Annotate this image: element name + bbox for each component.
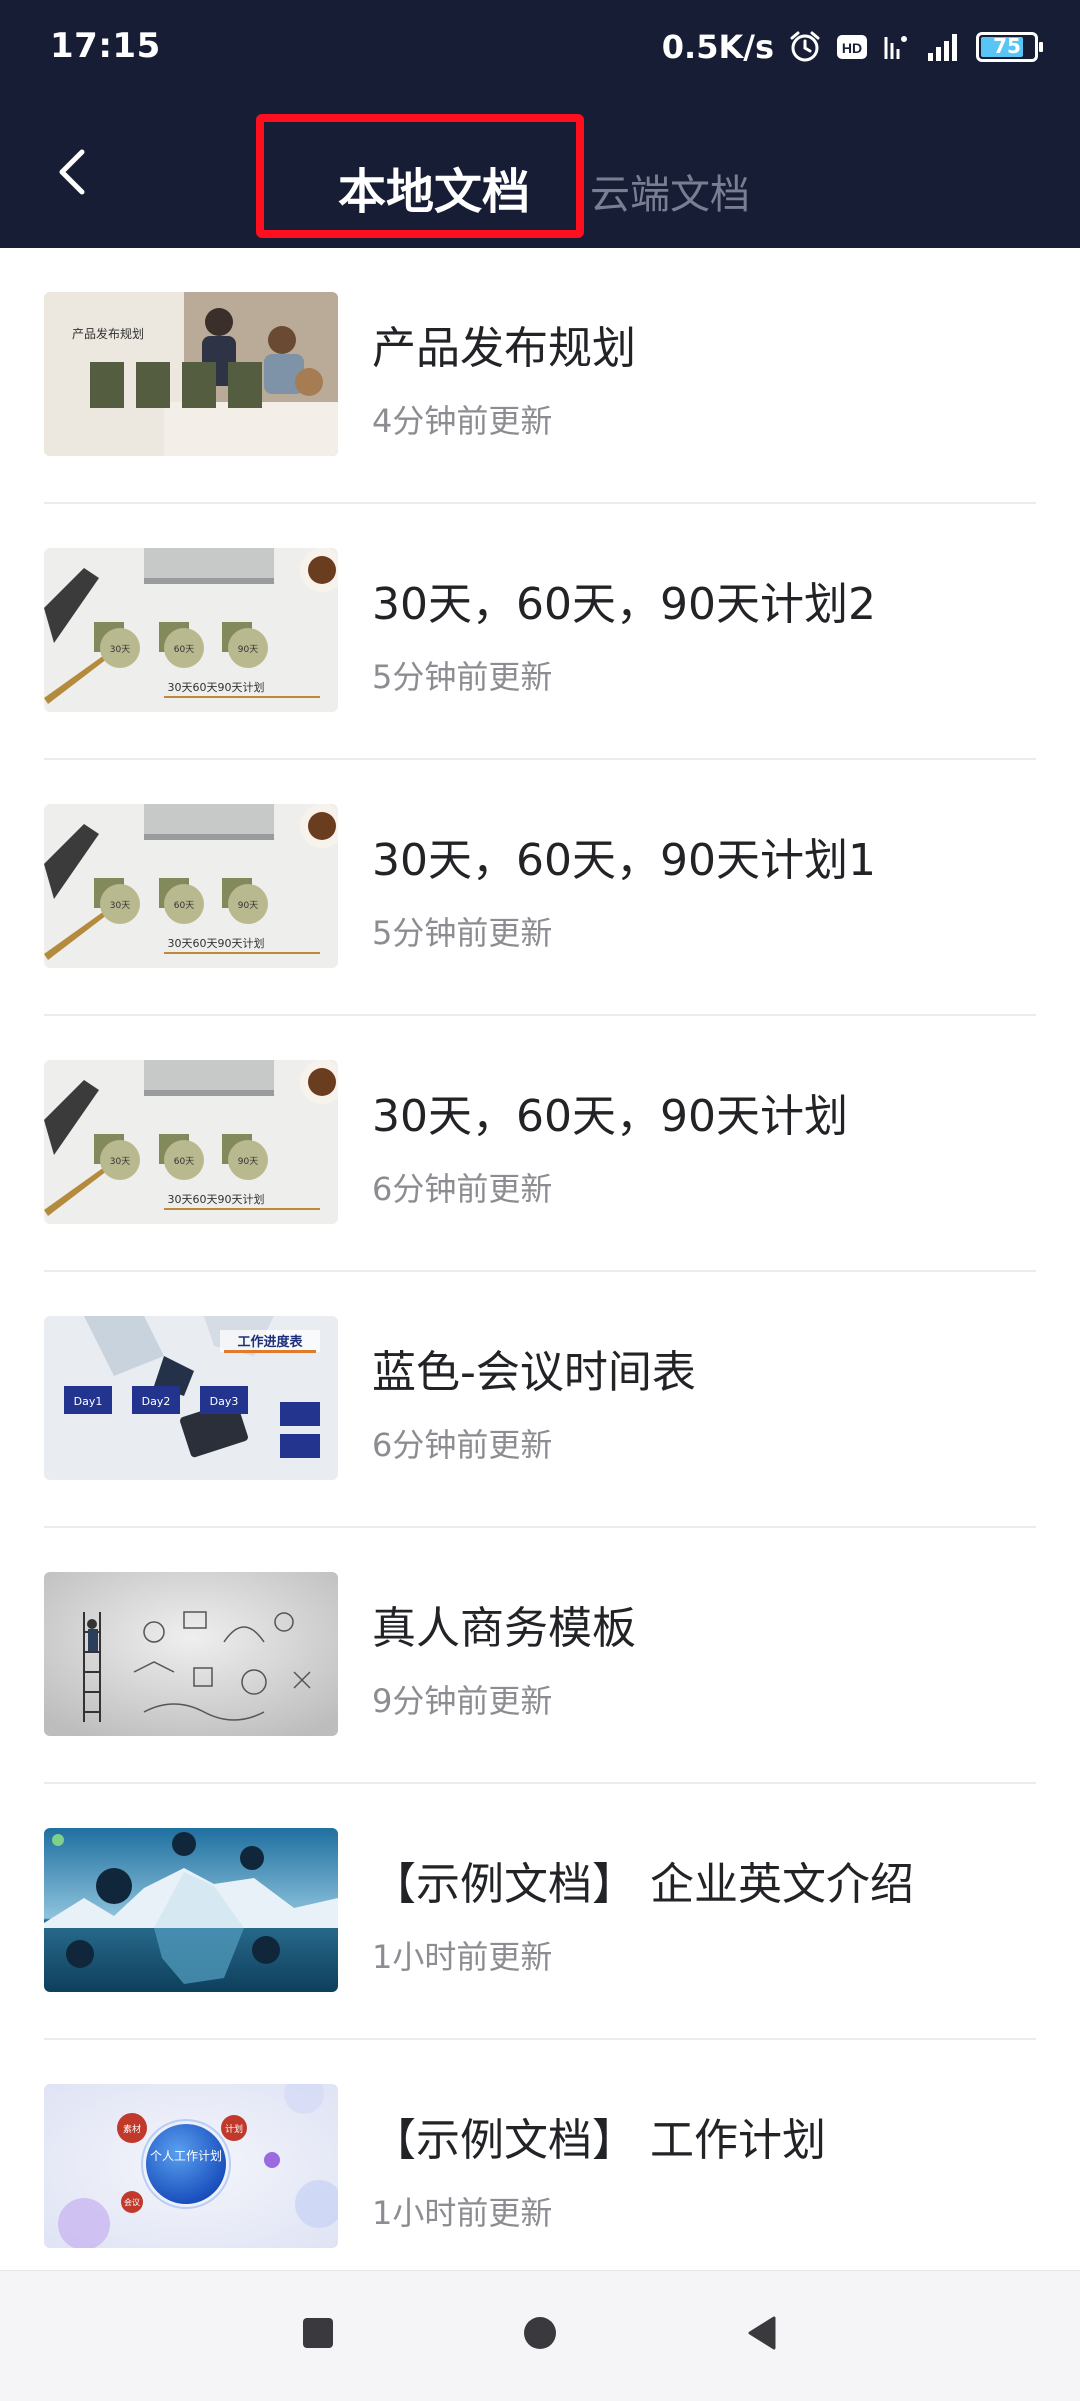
document-thumbnail: 个人工作计划 素材 计划 会议	[44, 2084, 338, 2248]
square-icon	[303, 2318, 333, 2348]
triangle-back-icon	[748, 2316, 776, 2350]
thumbnail-label: 30天	[110, 1157, 130, 1167]
document-title: 【示例文档】 工作计划	[372, 2115, 826, 2166]
signal-icon	[926, 31, 962, 63]
document-thumbnail: 工作进度表 Day1 Day2 Day3	[44, 1316, 338, 1480]
document-item[interactable]: 工作进度表 Day1 Day2 Day3 蓝色-会议时间表 6分钟前更新	[0, 1272, 1080, 1528]
document-title: 30天，60天，90天计划1	[372, 835, 876, 886]
document-updated-time: 6分钟前更新	[372, 1426, 553, 1464]
document-thumbnail: 30天 60天 90天 30天60天90天计划	[44, 548, 338, 712]
app-header: 17:15 0.5K/s HD 75 本地文档 云端文档	[0, 0, 1080, 248]
document-item[interactable]: 真人商务模板 9分钟前更新	[0, 1528, 1080, 1784]
document-updated-time: 4分钟前更新	[372, 402, 553, 440]
document-thumbnail: 30天 60天 90天 30天60天90天计划	[44, 804, 338, 968]
document-list: 产品发布规划 产品发布规划 4分钟前更新 30天 60天 90天 30天60天9…	[0, 248, 1080, 2270]
thumbnail-label: 60天	[174, 645, 194, 655]
system-navigation-bar	[0, 2270, 1080, 2401]
document-item[interactable]: 个人工作计划 素材 计划 会议 【示例文档】 工作计划 1小时前更新	[0, 2040, 1080, 2270]
document-title: 产品发布规划	[372, 323, 636, 374]
thumbnail-label: 30天	[110, 901, 130, 911]
document-title: 【示例文档】 企业英文介绍	[372, 1859, 914, 1910]
document-item[interactable]: 【示例文档】 企业英文介绍 1小时前更新	[0, 1784, 1080, 2040]
document-title: 真人商务模板	[372, 1603, 636, 1654]
thumbnail-label: 90天	[238, 1157, 258, 1167]
chevron-left-icon	[59, 149, 85, 195]
status-bar: 17:15 0.5K/s HD 75	[0, 0, 1080, 96]
home-button[interactable]	[522, 2315, 558, 2355]
document-title: 30天，60天，90天计划2	[372, 579, 876, 630]
document-updated-time: 6分钟前更新	[372, 1170, 553, 1208]
document-thumbnail	[44, 1828, 338, 1992]
thumbnail-label: 30天	[110, 645, 130, 655]
thumbnail-label: 会议	[124, 2197, 140, 2207]
system-back-button[interactable]	[744, 2315, 780, 2355]
hd-badge-text: HD	[842, 40, 862, 56]
thumbnail-caption: 工作进度表	[237, 1334, 303, 1350]
thumbnail-label: Day3	[210, 1395, 239, 1408]
document-updated-time: 1小时前更新	[372, 2194, 553, 2232]
hd-icon: HD	[836, 33, 868, 61]
network-speed: 0.5K/s	[661, 28, 774, 66]
circle-icon	[524, 2317, 556, 2349]
document-item[interactable]: 30天 60天 90天 30天60天90天计划 30天，60天，90天计划2 5…	[0, 504, 1080, 760]
thumbnail-caption: 30天60天90天计划	[168, 937, 265, 950]
document-updated-time: 9分钟前更新	[372, 1682, 553, 1720]
thumbnail-label: Day2	[142, 1395, 171, 1408]
document-thumbnail	[44, 1572, 338, 1736]
document-updated-time: 5分钟前更新	[372, 658, 553, 696]
document-title: 30天，60天，90天计划	[372, 1091, 848, 1142]
document-title: 蓝色-会议时间表	[372, 1347, 696, 1398]
battery-level: 75	[993, 34, 1021, 58]
recent-apps-button[interactable]	[300, 2315, 336, 2355]
document-item[interactable]: 产品发布规划 产品发布规划 4分钟前更新	[0, 248, 1080, 504]
alarm-icon	[788, 30, 822, 64]
battery-icon: 75	[976, 32, 1043, 62]
thumbnail-label: 60天	[174, 901, 194, 911]
status-indicators: 0.5K/s HD 75	[661, 22, 1043, 72]
document-updated-time: 1小时前更新	[372, 1938, 553, 1976]
thumbnail-heading: 产品发布规划	[72, 326, 144, 341]
document-updated-time: 5分钟前更新	[372, 914, 553, 952]
thumbnail-label: Day1	[74, 1395, 103, 1408]
tab-local-documents[interactable]: 本地文档	[338, 152, 530, 222]
status-time: 17:15	[50, 26, 161, 66]
document-item[interactable]: 30天 60天 90天 30天60天90天计划 30天，60天，90天计划1 5…	[0, 760, 1080, 1016]
back-button[interactable]	[42, 142, 102, 202]
thumbnail-label: 60天	[174, 1157, 194, 1167]
document-item[interactable]: 30天 60天 90天 30天60天90天计划 30天，60天，90天计划 6分…	[0, 1016, 1080, 1272]
nav-bar: 本地文档 云端文档	[0, 100, 1080, 248]
thumbnail-label: 素材	[123, 2123, 141, 2135]
document-thumbnail: 30天 60天 90天 30天60天90天计划	[44, 1060, 338, 1224]
thumbnail-caption: 30天60天90天计划	[168, 1193, 265, 1206]
wifi-icon	[882, 31, 912, 63]
thumbnail-label: 计划	[225, 2123, 243, 2135]
thumbnail-caption: 个人工作计划	[150, 2149, 222, 2163]
tab-cloud-documents[interactable]: 云端文档	[590, 162, 750, 220]
thumbnail-label: 90天	[238, 645, 258, 655]
thumbnail-label: 90天	[238, 901, 258, 911]
document-thumbnail: 产品发布规划	[44, 292, 338, 456]
thumbnail-caption: 30天60天90天计划	[168, 681, 265, 694]
